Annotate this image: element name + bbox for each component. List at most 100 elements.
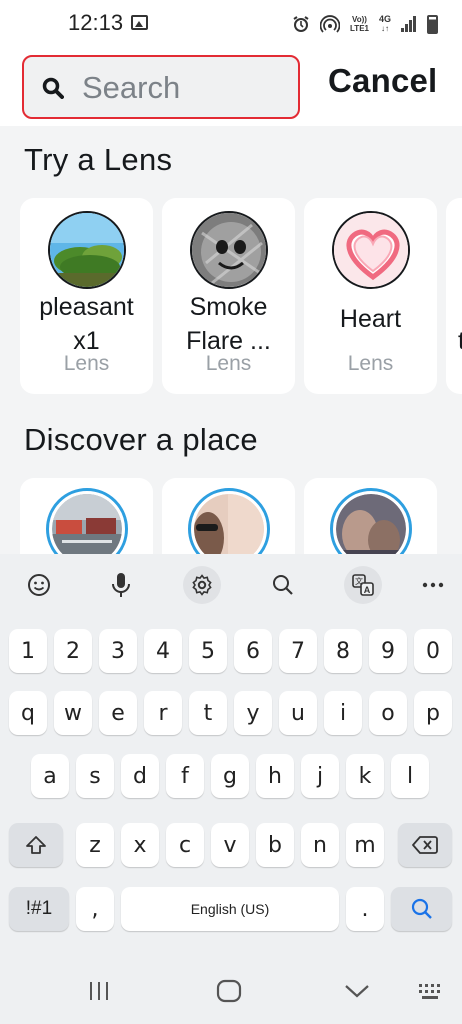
lens-type-label: Lens [63,352,110,375]
key-y[interactable]: y [234,691,272,735]
place-thumbnail [330,488,412,554]
key-v[interactable]: v [211,823,249,867]
shift-key[interactable] [9,823,63,867]
place-card[interactable] [20,478,153,554]
network-label: 4G [378,14,391,24]
lens-type-label: Lens [347,352,394,375]
volte-label: Vo)) [352,15,367,24]
status-bar: 12:13 Vo)) LTE1 4G ↓↑ [0,0,462,44]
search-icon [42,77,64,99]
lens-thumbnail [190,211,268,289]
emoji-icon[interactable] [20,566,58,604]
status-icons: Vo)) LTE1 4G ↓↑ [292,12,438,36]
key-l[interactable]: l [391,754,429,798]
hotspot-icon [320,15,341,33]
key-period[interactable]: . [346,887,384,931]
lens-type-label: Lens [205,352,252,375]
lens-name-line2: Flare ... [186,327,271,352]
key-p[interactable]: p [414,691,452,735]
places-section-title: Discover a place [24,422,258,457]
key-9[interactable]: 9 [369,629,407,673]
svg-text:A: A [364,585,371,595]
home-icon[interactable] [214,976,244,1006]
lens-thumbnail [48,211,126,289]
lens-section-title: Try a Lens [24,142,173,177]
search-header: Cancel [0,44,462,126]
key-q[interactable]: q [9,691,47,735]
signal-icon [401,16,417,32]
key-f[interactable]: f [166,754,204,798]
lens-card-heart[interactable]: Heart Lens [304,198,437,394]
key-j[interactable]: j [301,754,339,798]
search-input[interactable] [82,69,292,107]
key-k[interactable]: k [346,754,384,798]
key-i[interactable]: i [324,691,362,735]
lens-name-line1: Smoke [189,293,268,321]
key-0[interactable]: 0 [414,629,452,673]
keyboard-switch-icon[interactable] [414,976,448,1006]
lens-name-partial: t [458,327,462,355]
symbols-key[interactable]: !#1 [9,887,69,931]
status-time: 12:13 [68,10,124,35]
cancel-button[interactable]: Cancel [328,62,437,100]
key-m[interactable]: m [346,823,384,867]
keyboard: A文 1 2 3 4 5 6 7 8 9 0 q w e r t y u i o… [0,554,462,962]
key-4[interactable]: 4 [144,629,182,673]
backspace-key[interactable] [398,823,452,867]
lens-thumbnail [332,211,410,289]
space-key[interactable]: English (US) [121,887,339,931]
lens-name: Heart [339,305,402,333]
volte-icon: Vo)) LTE1 [350,15,369,33]
lens-card-pleasant[interactable]: pleasant x1 Lens [20,198,153,394]
key-g[interactable]: g [211,754,249,798]
network-4g-icon: 4G ↓↑ [378,14,391,33]
key-3[interactable]: 3 [99,629,137,673]
lens-name-line1: pleasant [39,293,134,321]
key-d[interactable]: d [121,754,159,798]
svg-text:文: 文 [355,576,363,586]
place-thumbnail [46,488,128,554]
recent-apps-icon[interactable] [84,976,114,1006]
alarm-icon [293,16,309,32]
explore-content: Try a Lens pleasant x1 Lens Smoke Flare … [0,126,462,554]
key-x[interactable]: x [121,823,159,867]
place-card[interactable] [304,478,437,554]
key-s[interactable]: s [76,754,114,798]
place-card[interactable] [162,478,295,554]
battery-icon [427,14,438,34]
key-7[interactable]: 7 [279,629,317,673]
settings-icon[interactable] [183,566,221,604]
backspace-icon [412,836,438,854]
search-box[interactable] [22,55,300,119]
search-action-key[interactable] [391,887,452,931]
translate-icon[interactable]: A文 [344,566,382,604]
key-5[interactable]: 5 [189,629,227,673]
key-t[interactable]: t [189,691,227,735]
lens-card-partial[interactable]: t [446,198,462,394]
key-8[interactable]: 8 [324,629,362,673]
key-z[interactable]: z [76,823,114,867]
navigation-bar [0,962,462,1024]
key-h[interactable]: h [256,754,294,798]
key-c[interactable]: c [166,823,204,867]
gallery-icon [131,15,148,30]
more-icon[interactable] [414,566,452,604]
key-b[interactable]: b [256,823,294,867]
lte-label: LTE1 [350,24,369,33]
key-u[interactable]: u [279,691,317,735]
key-e[interactable]: e [99,691,137,735]
key-2[interactable]: 2 [54,629,92,673]
key-1[interactable]: 1 [9,629,47,673]
back-icon[interactable] [342,976,372,1006]
search-icon[interactable] [264,566,302,604]
key-comma[interactable]: , [76,887,114,931]
shift-icon [26,836,46,854]
microphone-icon[interactable] [102,566,140,604]
key-r[interactable]: r [144,691,182,735]
key-6[interactable]: 6 [234,629,272,673]
key-a[interactable]: a [31,754,69,798]
lens-card-smoke-flare[interactable]: Smoke Flare ... Lens [162,198,295,394]
key-o[interactable]: o [369,691,407,735]
key-w[interactable]: w [54,691,92,735]
key-n[interactable]: n [301,823,339,867]
